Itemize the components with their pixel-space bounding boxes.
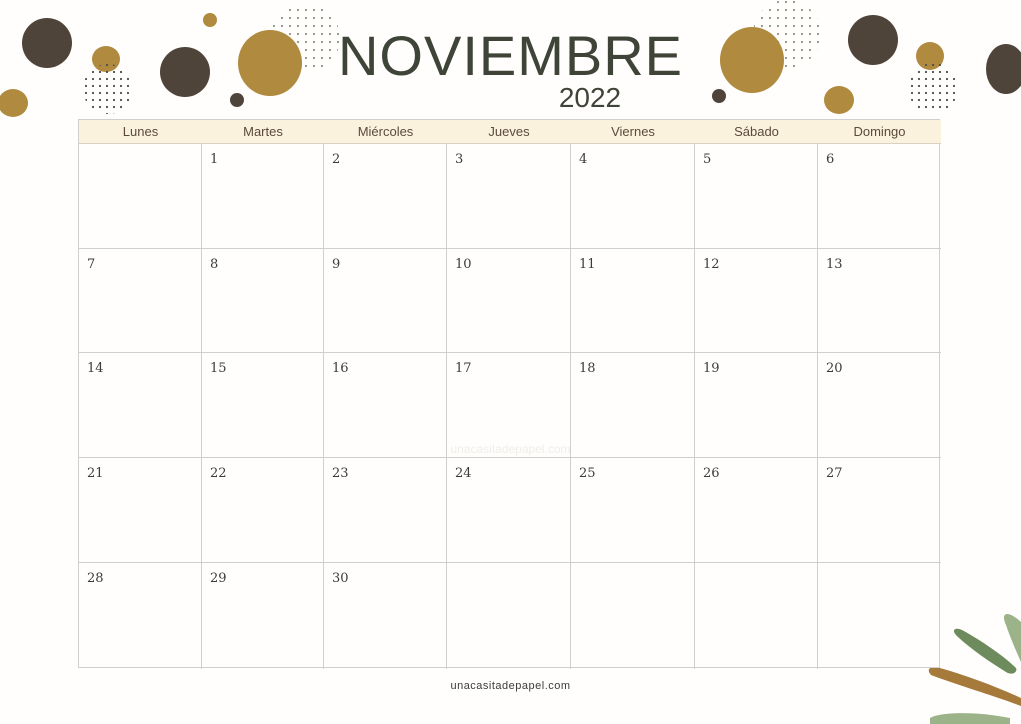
day-number: 22: [210, 466, 227, 481]
day-cell: 25: [571, 458, 695, 563]
dark-dot: [712, 89, 726, 103]
weekday-header: Martes: [202, 120, 324, 144]
day-number: 20: [826, 361, 843, 376]
leaf: [930, 713, 1010, 724]
weekday-header: Lunes: [79, 120, 202, 144]
calendar-grid: Lunes Martes Miércoles Jueves Viernes Sábado D…: [78, 119, 941, 669]
day-number: 21: [87, 466, 104, 481]
day-cell: 4: [571, 144, 695, 249]
day-number: 25: [579, 466, 596, 481]
day-cell: [571, 563, 695, 669]
day-cell: 26: [695, 458, 818, 563]
weekday-header: Jueves: [447, 120, 571, 144]
day-cell: 2: [324, 144, 447, 249]
day-cell: [447, 563, 571, 669]
day-cell: 1: [202, 144, 324, 249]
day-number: 19: [703, 361, 720, 376]
day-number: 28: [87, 571, 104, 586]
leaf: [1003, 614, 1021, 662]
day-cell: 11: [571, 249, 695, 353]
day-cell: 3: [447, 144, 571, 249]
leaf: [953, 628, 1017, 674]
day-number: 4: [579, 152, 588, 167]
day-number: 15: [210, 361, 227, 376]
day-cell: 13: [818, 249, 941, 353]
day-number: 27: [826, 466, 843, 481]
day-number: 5: [703, 152, 712, 167]
day-number: 9: [332, 257, 341, 272]
day-number: 7: [87, 257, 96, 272]
day-cell: 9: [324, 249, 447, 353]
day-cell: [79, 144, 202, 249]
day-number: 17: [455, 361, 472, 376]
day-cell: 8: [202, 249, 324, 353]
day-number: 8: [210, 257, 219, 272]
day-number: 13: [826, 257, 843, 272]
day-number: 24: [455, 466, 472, 481]
dark-dot: [230, 93, 244, 107]
gold-blob: [0, 89, 28, 117]
day-cell: 12: [695, 249, 818, 353]
day-cell: 5: [695, 144, 818, 249]
day-cell: 24: [447, 458, 571, 563]
day-number: 18: [579, 361, 596, 376]
day-cell: [818, 563, 941, 669]
day-cell: 29: [202, 563, 324, 669]
year-label: 2022: [558, 82, 622, 113]
day-cell: 6: [818, 144, 941, 249]
day-cell: 7: [79, 249, 202, 353]
day-number: 23: [332, 466, 349, 481]
day-number: 16: [332, 361, 349, 376]
weekday-header: Viernes: [571, 120, 695, 144]
day-number: 12: [703, 257, 720, 272]
gold-blob: [824, 86, 854, 114]
day-cell: [695, 563, 818, 669]
day-number: 29: [210, 571, 227, 586]
day-number: 11: [579, 257, 596, 272]
day-number: 6: [826, 152, 835, 167]
weekday-header: Domingo: [818, 120, 941, 144]
day-cell: 28: [79, 563, 202, 669]
day-number: 14: [87, 361, 104, 376]
day-number: 10: [455, 257, 472, 272]
watermark: unacasitadepapel.com: [450, 442, 571, 456]
day-number: 26: [703, 466, 720, 481]
month-title: NOVIEMBRE: [337, 24, 684, 87]
day-cell: 22: [202, 458, 324, 563]
day-number: 3: [455, 152, 464, 167]
day-cell: 27: [818, 458, 941, 563]
day-number: 2: [332, 152, 341, 167]
day-cell: 21: [79, 458, 202, 563]
day-cell: 23: [324, 458, 447, 563]
day-cell: 30: [324, 563, 447, 669]
day-number: 1: [210, 152, 219, 167]
day-cell: 10: [447, 249, 571, 353]
weekday-header: Sábado: [695, 120, 818, 144]
footer-url: unacasitadepapel.com: [450, 680, 571, 692]
day-number: 30: [332, 571, 349, 586]
weekday-header: Miércoles: [324, 120, 447, 144]
